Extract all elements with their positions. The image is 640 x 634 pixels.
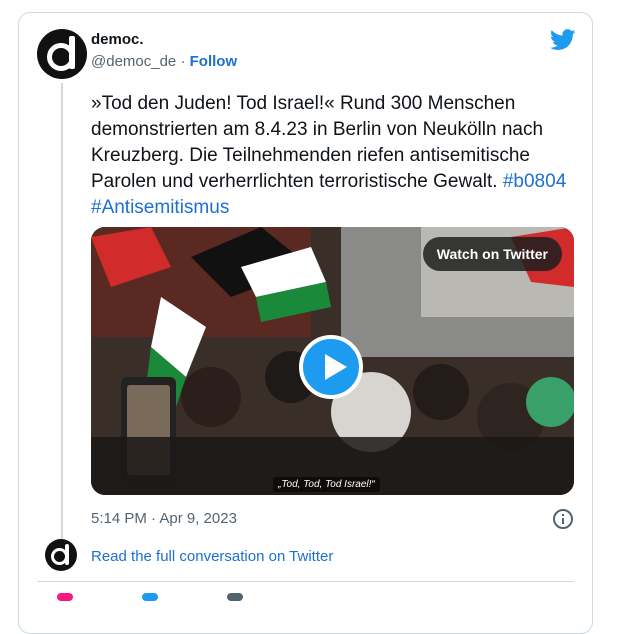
action-bar	[37, 593, 337, 603]
reply-icon[interactable]	[142, 593, 158, 601]
author-handle-row: @democ_de · Follow	[91, 53, 237, 70]
read-conversation-link[interactable]: Read the full conversation on Twitter	[91, 548, 333, 565]
like-icon[interactable]	[57, 593, 73, 601]
share-icon[interactable]	[227, 593, 243, 601]
hashtag-antisemitismus[interactable]: #Antisemitismus	[91, 197, 229, 218]
conversation-avatar[interactable]	[45, 539, 77, 571]
tweet-timestamp[interactable]: 5:14 PM · Apr 9, 2023	[91, 510, 237, 527]
hashtag-b0804[interactable]: #b0804	[503, 171, 566, 192]
divider	[37, 581, 574, 582]
video-caption: „Tod, Tod, Tod Israel!“	[273, 477, 380, 492]
author-name[interactable]: democ.	[91, 31, 144, 48]
info-icon[interactable]	[553, 509, 573, 529]
play-icon	[325, 354, 347, 380]
twitter-bird-icon[interactable]	[550, 29, 576, 51]
play-button[interactable]	[299, 335, 363, 399]
author-avatar[interactable]	[37, 29, 87, 79]
author-handle[interactable]: @democ_de	[91, 53, 176, 70]
watch-on-twitter-button[interactable]: Watch on Twitter	[422, 237, 562, 271]
tweet-card[interactable]: democ. @democ_de · Follow »Tod den Juden…	[18, 12, 593, 634]
tweet-body: »Tod den Juden! Tod Israel!« Rund 300 Me…	[91, 93, 544, 192]
separator-dot: ·	[180, 53, 186, 70]
follow-button[interactable]: Follow	[190, 53, 238, 70]
video-thumbnail[interactable]: Watch on Twitter „Tod, Tod, Tod Israel!“	[91, 227, 574, 495]
thread-line	[61, 83, 63, 539]
tweet-text: »Tod den Juden! Tod Israel!« Rund 300 Me…	[91, 91, 571, 221]
